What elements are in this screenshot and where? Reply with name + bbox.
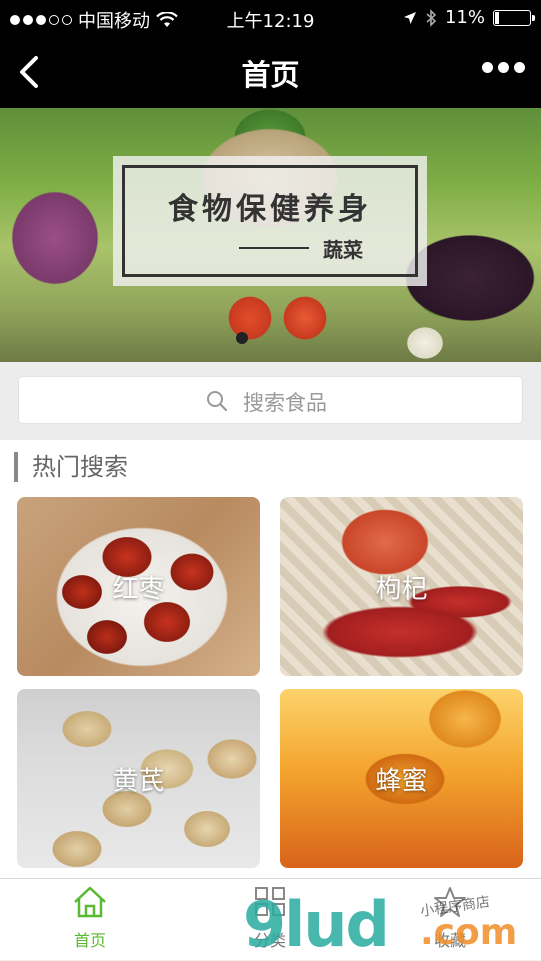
page-title: 首页 xyxy=(241,58,300,92)
banner-title: 食物保健养身 xyxy=(168,192,372,227)
status-bar: 中国移动 上午12:19 11% xyxy=(0,0,541,36)
hot-item-label: 黄芪 xyxy=(112,766,165,796)
hot-item-label: 红枣 xyxy=(112,574,165,604)
hot-item-label: 蜂蜜 xyxy=(375,766,428,796)
battery-icon xyxy=(493,9,535,26)
search-icon xyxy=(207,391,228,412)
search-input[interactable]: 搜索食品 xyxy=(18,376,523,424)
banner-divider xyxy=(239,247,309,249)
hot-item-goji[interactable]: 枸杞 xyxy=(280,497,523,676)
promo-banner[interactable]: 食物保健养身 蔬菜 xyxy=(0,108,541,362)
search-section: 搜索食品 xyxy=(0,362,541,440)
hot-item-label: 枸杞 xyxy=(375,574,428,604)
home-icon xyxy=(74,886,106,918)
hot-item-astragalus[interactable]: 黄芪 xyxy=(17,689,260,868)
hot-item-jujube[interactable]: 红枣 xyxy=(17,497,260,676)
bluetooth-icon xyxy=(426,8,437,27)
navigation-bar: 首页 xyxy=(0,36,541,108)
section-heading: 热门搜索 xyxy=(14,452,128,482)
watermark-logo: 9lud xyxy=(243,888,390,961)
banner-page-indicator[interactable] xyxy=(236,332,248,344)
tab-home[interactable]: 首页 xyxy=(30,885,150,951)
more-options-icon[interactable] xyxy=(482,62,525,73)
battery-percent: 11% xyxy=(444,7,485,28)
hot-search-section: 热门搜索 红枣 枸杞 黄芪 蜂蜜 xyxy=(0,440,541,878)
tab-label: 首页 xyxy=(73,931,106,950)
banner-subtitle: 蔬菜 xyxy=(323,238,363,262)
location-arrow-icon xyxy=(403,11,416,24)
hot-item-honey[interactable]: 蜂蜜 xyxy=(280,689,523,868)
search-placeholder: 搜索食品 xyxy=(243,391,327,415)
banner-caption: 食物保健养身 蔬菜 xyxy=(113,156,427,286)
